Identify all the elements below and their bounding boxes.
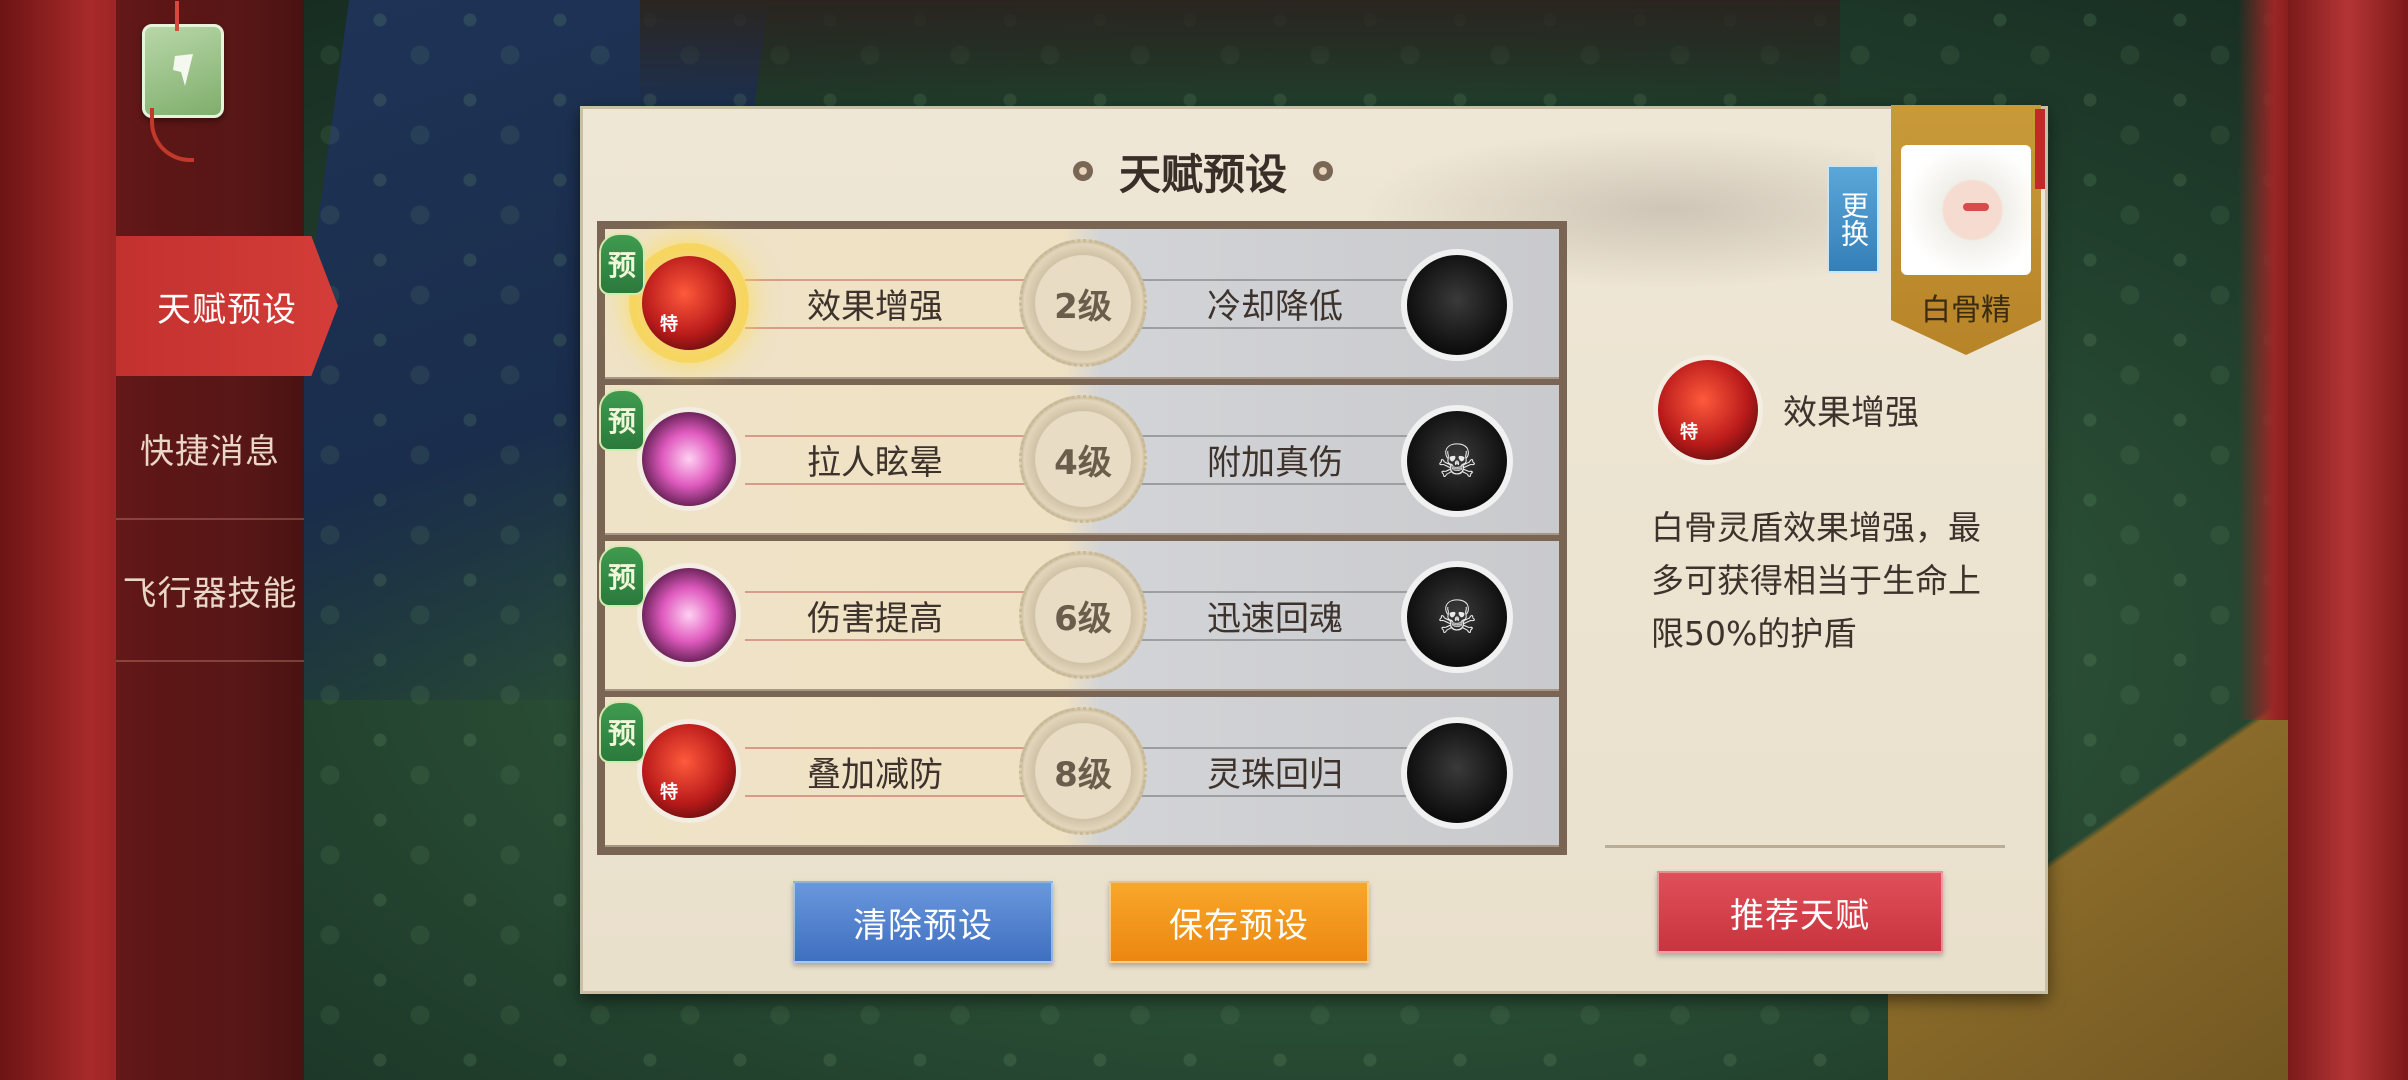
right-curtain <box>2288 0 2408 1080</box>
nav-item-aircraft-skill[interactable]: 飞行器技能 <box>116 520 304 662</box>
skull-icon[interactable]: ☠ <box>1401 561 1513 673</box>
tag-mark-icon <box>173 54 193 86</box>
red-flame-icon[interactable]: 特 <box>637 719 741 823</box>
talent-right-name[interactable]: 灵珠回归 <box>1195 747 1355 796</box>
special-badge: 特 <box>1680 422 1698 443</box>
talent-row: 预 伤害提高 6级 迅速回魂 ☠ <box>599 541 1559 691</box>
talent-list: 特 预 效果增强 2级 冷却降低 预 拉人眩晕 4级 附加真伤 ☠ 预 伤害提高… <box>597 221 1567 855</box>
clear-preset-button[interactable]: 清除预设 <box>793 881 1053 963</box>
talent-right-name[interactable]: 冷却降低 <box>1195 279 1355 328</box>
special-badge: 特 <box>660 314 678 335</box>
hanging-tag-icon[interactable] <box>142 1 224 118</box>
left-nav: 天赋预设 快捷消息 飞行器技能 <box>116 0 338 1080</box>
talent-level: 6级 <box>1019 551 1147 679</box>
character-name: 白骨精 <box>1921 293 2011 328</box>
nav-item-talent-preset[interactable]: 天赋预设 <box>116 236 338 376</box>
talent-row: 特 预 叠加减防 8级 灵珠回归 <box>599 697 1559 847</box>
red-flame-icon[interactable]: 特 <box>637 251 741 355</box>
dark-orb-icon[interactable] <box>1401 249 1513 361</box>
character-portrait <box>1901 145 2031 275</box>
preset-badge-icon: 预 <box>599 701 645 763</box>
selected-talent-name: 效果增强 <box>1783 393 1919 433</box>
preset-badge-icon: 预 <box>599 233 645 295</box>
preset-badge-icon: 预 <box>599 389 645 451</box>
talent-row: 预 拉人眩晕 4级 附加真伤 ☠ <box>599 385 1559 535</box>
talent-right-name[interactable]: 附加真伤 <box>1195 435 1355 484</box>
skull-icon[interactable]: ☠ <box>1401 405 1513 517</box>
nav-item-label: 飞行器技能 <box>122 573 298 614</box>
talent-left-name[interactable]: 效果增强 <box>795 279 955 328</box>
pink-lotus-icon[interactable] <box>637 407 741 511</box>
tassel-icon <box>2035 109 2045 189</box>
pink-lotus-icon[interactable] <box>637 563 741 667</box>
preset-badge-icon: 预 <box>599 545 645 607</box>
panel-title: 天赋预设 <box>1118 149 1287 199</box>
talent-row: 特 预 效果增强 2级 冷却降低 <box>599 229 1559 379</box>
selected-talent-icon: 特 <box>1653 355 1763 465</box>
talent-level: 4级 <box>1019 395 1147 523</box>
title-ornament-right-icon <box>1313 161 1333 181</box>
panel-title-bar: 天赋预设 <box>1003 139 1403 203</box>
talent-level: 8级 <box>1019 707 1147 835</box>
save-preset-button[interactable]: 保存预设 <box>1109 881 1369 963</box>
talent-left-name[interactable]: 叠加减防 <box>795 747 955 796</box>
nav-item-quick-message[interactable]: 快捷消息 <box>116 378 304 520</box>
nav-item-label: 天赋预设 <box>157 289 297 330</box>
talent-level: 2级 <box>1019 239 1147 367</box>
talent-right-name[interactable]: 迅速回魂 <box>1195 591 1355 640</box>
special-badge: 特 <box>660 782 678 803</box>
background-dark-top <box>640 0 1840 110</box>
dark-orb-icon[interactable] <box>1401 717 1513 829</box>
divider <box>1605 845 2005 848</box>
talent-left-name[interactable]: 拉人眩晕 <box>795 435 955 484</box>
title-ornament-left-icon <box>1072 161 1093 181</box>
recommend-talent-button[interactable]: 推荐天赋 <box>1657 871 1943 953</box>
selected-talent-description: 白骨灵盾效果增强，最多可获得相当于生命上限50%的护盾 <box>1651 508 1981 653</box>
talent-panel: 天赋预设 特 预 效果增强 2级 冷却降低 预 拉人眩晕 4级 附加真伤 ☠ 预… <box>580 105 2048 994</box>
swap-character-button[interactable]: 更换 <box>1827 165 1879 273</box>
talent-left-name[interactable]: 伤害提高 <box>795 591 955 640</box>
nav-item-label: 快捷消息 <box>140 431 280 472</box>
